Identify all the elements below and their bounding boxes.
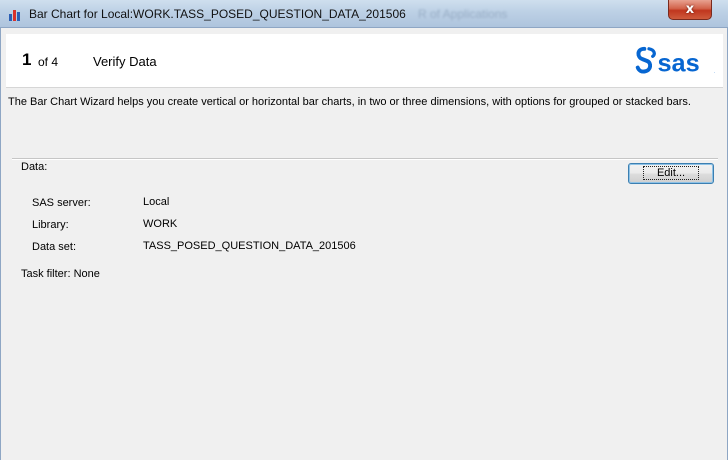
edit-button[interactable]: Edit... [628,163,714,184]
step-title: Verify Data [93,54,157,69]
background-window-title: R of Applications [418,7,508,21]
close-icon: x [685,2,695,17]
sas-server-label: SAS server: [32,197,91,209]
title-bar[interactable]: Bar Chart for Local:WORK.TASS_POSED_QUES… [0,0,728,28]
step-number: 1 [22,50,32,69]
wizard-description: The Bar Chart Wizard helps you create ve… [8,96,691,108]
wizard-window [0,28,728,460]
sas-logo: sas . [635,46,715,76]
data-set-label: Data set: [32,241,77,253]
window-title: Bar Chart for Local:WORK.TASS_POSED_QUES… [29,7,406,21]
wizard-header: 1 of 4 Verify Data sas . [6,34,723,88]
edit-button-label: Edit... [642,166,700,180]
section-divider [12,158,718,160]
sas-server-value: Local [143,196,170,208]
svg-text:sas: sas [657,49,699,76]
close-button[interactable]: x [668,0,712,20]
svg-text:.: . [714,69,715,74]
library-value: WORK [143,218,178,230]
data-section-label: Data: [21,161,48,173]
bar-chart-icon [9,10,20,21]
library-label: Library: [32,219,69,231]
step-count: of 4 [38,55,59,69]
data-set-value: TASS_POSED_QUESTION_DATA_201506 [143,240,356,252]
task-filter-text: Task filter: None [21,268,100,280]
